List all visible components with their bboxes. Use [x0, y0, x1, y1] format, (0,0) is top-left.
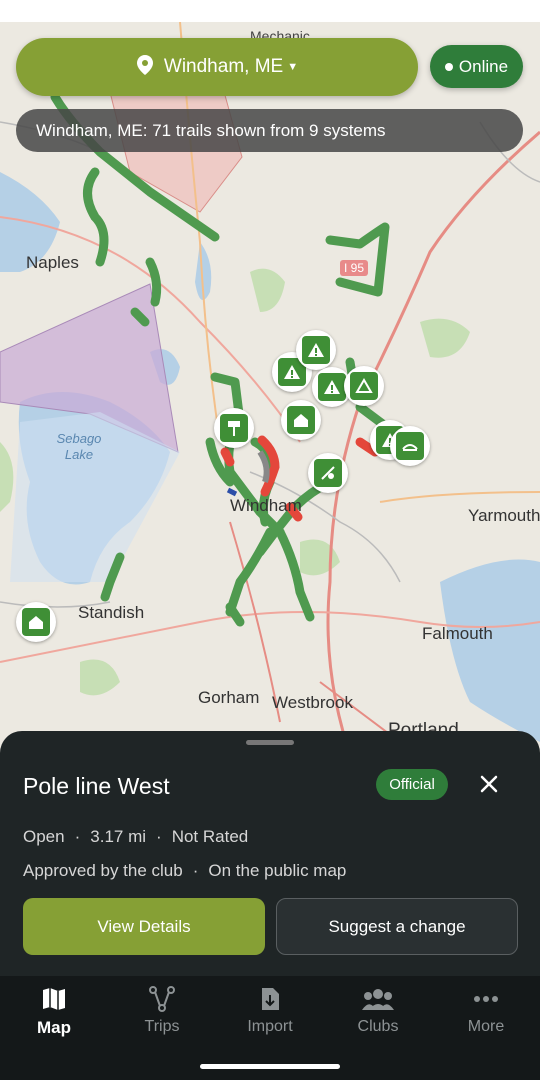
map-label-yarmouth: Yarmouth [468, 506, 540, 525]
trail-detail-sheet: Pole line West Official Open · 3.17 mi · Not… [0, 731, 540, 976]
home-indicator [200, 1064, 340, 1069]
tent-icon [350, 372, 378, 400]
banner-text: Windham, ME: 71 trails shown from 9 syst… [36, 120, 386, 140]
trail-distance: 3.17 mi [90, 827, 147, 846]
trail-rating: Not Rated [171, 827, 249, 846]
trail-title: Pole line West [23, 773, 170, 799]
map-icon [43, 988, 65, 1010]
location-pin-icon [136, 54, 154, 81]
trailhead-marker[interactable] [214, 408, 254, 448]
trail-status: Open [23, 827, 65, 846]
tab-label: Import [247, 1018, 293, 1035]
map-label-gorham: Gorham [198, 688, 260, 707]
map-label-windham: Windham [230, 496, 302, 515]
trail-count-banner: Windham, ME: 71 trails shown from 9 syst… [16, 109, 523, 152]
map-label-westbrook: Westbrook [272, 693, 353, 712]
view-details-button[interactable]: View Details [23, 898, 265, 955]
location-name: Windham, ME [163, 56, 284, 77]
close-icon [480, 775, 498, 793]
highway-shield: I 95 [340, 260, 369, 276]
bottom-tab-bar: Map Trips Import Clubs More [0, 976, 540, 1080]
hazard-marker[interactable] [308, 453, 348, 493]
shelter-marker[interactable] [344, 366, 384, 406]
suggest-change-button[interactable]: Suggest a change [276, 898, 518, 955]
warning-icon [318, 373, 346, 401]
online-label: Online [458, 56, 509, 76]
lodge-marker[interactable] [16, 602, 56, 642]
tab-trips[interactable]: Trips [108, 986, 216, 1036]
tab-import[interactable]: Import [216, 986, 324, 1036]
hazard-icon [314, 459, 342, 487]
map-label-naples: Naples [26, 253, 79, 272]
warning-marker[interactable] [296, 330, 336, 370]
tab-map[interactable]: Map [0, 986, 108, 1038]
sheet-drag-handle[interactable] [246, 740, 294, 745]
tab-label: Map [37, 1018, 71, 1037]
tab-label: Trips [144, 1018, 180, 1035]
bridge-marker[interactable] [390, 426, 430, 466]
warning-icon [302, 336, 330, 364]
lodge-icon [22, 608, 50, 636]
lodge-marker[interactable] [281, 400, 321, 440]
bridge-icon [396, 432, 424, 460]
visibility-text: On the public map [208, 861, 347, 880]
import-icon [262, 988, 279, 1010]
tab-clubs[interactable]: Clubs [324, 986, 432, 1036]
close-button[interactable] [474, 769, 504, 799]
trail-stats: Open · 3.17 mi · Not Rated [23, 827, 249, 846]
trips-icon [149, 986, 175, 1012]
official-badge: Official [376, 769, 448, 800]
chevron-down-icon: ▼ [287, 61, 299, 73]
map-label-sebago-lake: Sebago Lake [56, 431, 102, 462]
signpost-icon [220, 414, 248, 442]
tab-label: More [467, 1018, 505, 1035]
tab-more[interactable]: More [432, 986, 540, 1036]
location-selector[interactable]: Windham, ME ▼ [16, 38, 418, 96]
status-bar [0, 0, 540, 22]
approval-text: Approved by the club [23, 861, 183, 880]
map-label-standish: Standish [78, 603, 145, 622]
map-label-falmouth: Falmouth [422, 624, 493, 643]
online-status-badge[interactable]: Online [430, 45, 523, 88]
lodge-icon [287, 406, 315, 434]
status-dot-icon [444, 62, 453, 71]
trail-approval: Approved by the club · On the public map [23, 861, 347, 880]
clubs-icon [362, 989, 394, 1010]
tab-label: Clubs [357, 1018, 399, 1035]
more-icon [474, 996, 498, 1002]
